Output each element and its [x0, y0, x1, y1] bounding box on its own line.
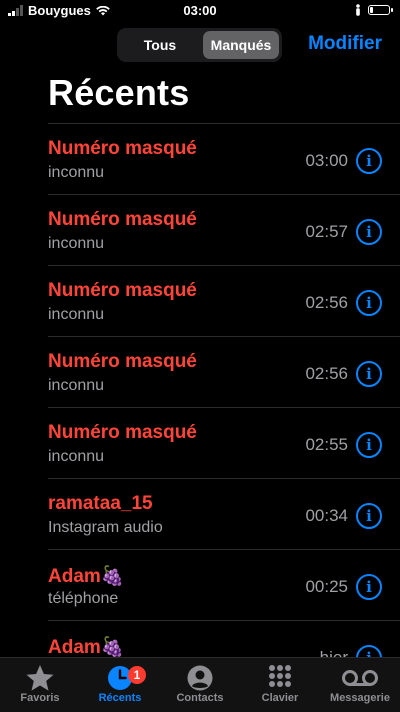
keypad-icon — [269, 665, 291, 687]
call-time: 02:57 — [305, 222, 348, 241]
call-type: inconnu — [48, 306, 105, 323]
call-row[interactable]: Numéro masqué inconnu 02:56 i — [48, 265, 400, 336]
caller-name: Numéro masqué — [48, 351, 197, 372]
info-icon[interactable]: i — [356, 148, 382, 174]
info-icon[interactable]: i — [356, 361, 382, 387]
person-circle-icon — [187, 665, 213, 691]
info-icon[interactable]: i — [356, 219, 382, 245]
caller-name: ramataa_15 — [48, 493, 153, 514]
caller-name: Adam🍇 — [48, 637, 125, 658]
call-time: 02:56 — [305, 293, 348, 312]
status-bar: Bouygues 03:00 — [0, 0, 400, 22]
caller-name: Numéro masqué — [48, 280, 197, 301]
call-time: 00:25 — [305, 577, 348, 596]
call-type: inconnu — [48, 235, 105, 252]
call-row[interactable]: Numéro masqué inconnu 02:56 i — [48, 336, 400, 407]
filter-segmented-control: Tous Manqués — [117, 28, 282, 62]
tab-keypad-label: Clavier — [261, 692, 299, 704]
tab-recents[interactable]: 1 Récents — [80, 664, 160, 704]
call-row[interactable]: Numéro masqué inconnu 03:00 i — [48, 123, 400, 194]
edit-button[interactable]: Modifier — [308, 33, 382, 55]
recents-badge: 1 — [128, 666, 146, 684]
segment-all[interactable]: Tous — [120, 31, 200, 59]
tab-voicemail[interactable]: Messagerie — [320, 664, 400, 704]
tab-favorites-label: Favoris — [20, 692, 60, 704]
call-row[interactable]: Adam🍇 téléphone 00:25 i — [48, 549, 400, 620]
info-icon[interactable]: i — [356, 432, 382, 458]
caller-name: Numéro masqué — [48, 209, 197, 230]
call-row[interactable]: ramataa_15 Instagram audio 00:34 i — [48, 478, 400, 549]
tab-keypad[interactable]: Clavier — [240, 664, 320, 704]
call-type: inconnu — [48, 164, 105, 181]
tab-favorites[interactable]: Favoris — [0, 664, 80, 704]
person-lock-icon — [356, 4, 360, 16]
page-title: Récents — [48, 72, 190, 113]
segment-missed[interactable]: Manqués — [203, 31, 279, 59]
tab-contacts-label: Contacts — [176, 692, 224, 704]
info-icon[interactable]: i — [356, 574, 382, 600]
info-icon[interactable]: i — [356, 290, 382, 316]
status-right — [354, 4, 393, 16]
star-icon — [26, 665, 54, 691]
call-row[interactable]: Numéro masqué inconnu 02:55 i — [48, 407, 400, 478]
call-type: téléphone — [48, 590, 119, 607]
clock: 03:00 — [183, 3, 217, 18]
tab-recents-label: Récents — [98, 692, 142, 704]
call-time: 02:56 — [305, 364, 348, 383]
tab-contacts[interactable]: Contacts — [160, 664, 240, 704]
call-type: inconnu — [48, 377, 105, 394]
call-time: 00:34 — [305, 506, 348, 525]
caller-name: Adam🍇 — [48, 566, 125, 587]
info-icon[interactable]: i — [356, 503, 382, 529]
caller-name: Numéro masqué — [48, 138, 197, 159]
call-type: Instagram audio — [48, 519, 163, 536]
call-time: 03:00 — [305, 151, 348, 170]
recents-list: Numéro masqué inconnu 03:00 i Numéro mas… — [48, 123, 400, 691]
call-row[interactable]: Numéro masqué inconnu 02:57 i — [48, 194, 400, 265]
call-type: inconnu — [48, 448, 105, 465]
tab-voicemail-label: Messagerie — [330, 692, 390, 704]
voicemail-icon — [342, 670, 378, 686]
tab-bar: Favoris 1 Récents Contacts Clavier Messa… — [0, 657, 400, 712]
caller-name: Numéro masqué — [48, 422, 197, 443]
battery-icon — [368, 5, 393, 15]
call-time: 02:55 — [305, 435, 348, 454]
